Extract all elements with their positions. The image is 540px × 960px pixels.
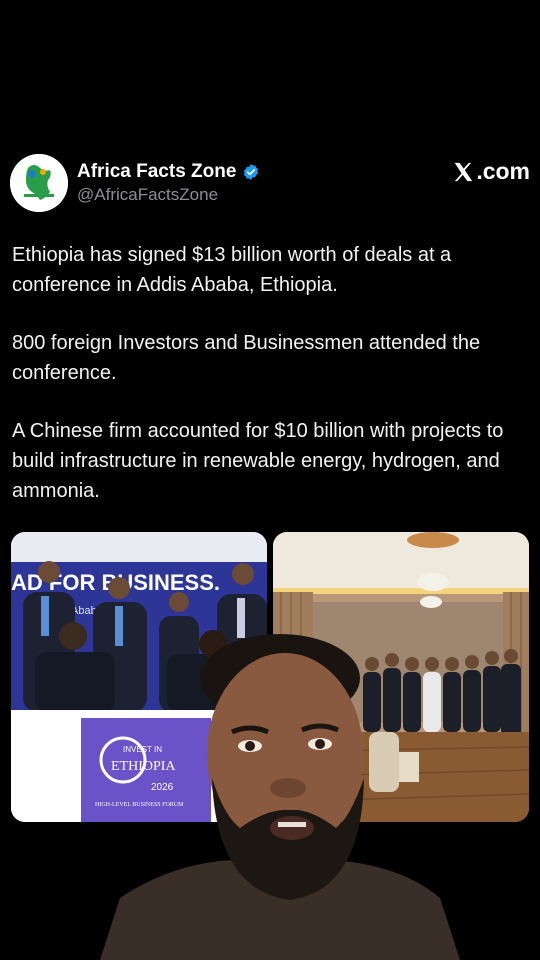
x-logo-icon bbox=[455, 162, 473, 181]
narrator-video-overlay bbox=[100, 628, 460, 960]
platform-watermark: .com bbox=[452, 158, 530, 185]
post-header: Africa Facts Zone @AfricaFactsZone .com bbox=[10, 154, 530, 212]
post-paragraph-1: Ethiopia has signed $13 billion worth of… bbox=[12, 244, 452, 296]
post-paragraph-2: 800 foreign Investors and Businessmen at… bbox=[12, 332, 481, 384]
platform-label: .com bbox=[476, 158, 530, 184]
author-name-row: Africa Facts Zone bbox=[77, 161, 260, 183]
author-name[interactable]: Africa Facts Zone bbox=[77, 161, 236, 183]
africa-facts-logo bbox=[10, 154, 68, 212]
verified-badge-icon bbox=[244, 164, 259, 180]
author-handle[interactable]: @AfricaFactsZone bbox=[77, 185, 218, 205]
post-text: Ethiopia has signed $13 billion worth of… bbox=[12, 240, 528, 534]
post-paragraph-3: A Chinese firm accounted for $10 billion… bbox=[12, 420, 504, 502]
avatar[interactable] bbox=[10, 154, 68, 212]
